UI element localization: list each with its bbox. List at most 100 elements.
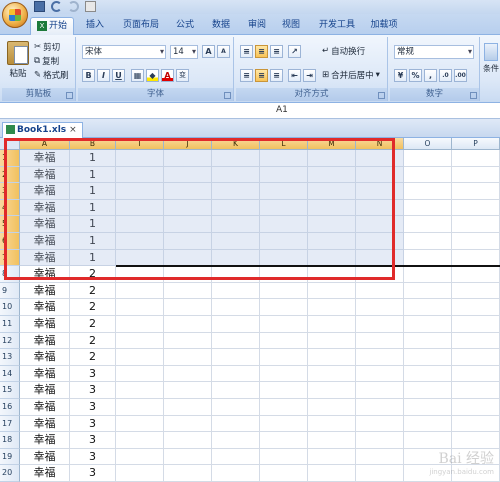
- column-header-i[interactable]: I: [116, 138, 164, 150]
- table-cell[interactable]: [452, 183, 500, 200]
- undo-icon[interactable]: [51, 1, 62, 12]
- close-icon[interactable]: ×: [69, 125, 77, 135]
- table-cell[interactable]: [404, 183, 452, 200]
- table-cell[interactable]: [116, 465, 164, 482]
- name-box[interactable]: A1: [276, 105, 288, 115]
- table-cell[interactable]: [260, 183, 308, 200]
- table-cell[interactable]: [116, 282, 164, 300]
- table-cell[interactable]: [260, 199, 308, 217]
- cell-b[interactable]: 2: [70, 299, 116, 316]
- table-cell[interactable]: [116, 150, 164, 167]
- table-cell[interactable]: [260, 382, 308, 399]
- table-cell[interactable]: [212, 382, 260, 399]
- increase-indent-icon[interactable]: ⇥: [303, 69, 316, 82]
- table-cell[interactable]: [356, 399, 404, 416]
- table-cell[interactable]: [452, 432, 500, 449]
- row-header[interactable]: 15: [0, 382, 20, 399]
- font-size-select[interactable]: 14: [170, 45, 198, 59]
- table-cell[interactable]: [260, 299, 308, 316]
- cell-a[interactable]: 幸福: [20, 199, 70, 217]
- row-header[interactable]: 14: [0, 365, 20, 383]
- table-cell[interactable]: [308, 249, 356, 267]
- row-header[interactable]: 1: [0, 150, 20, 167]
- column-header-k[interactable]: K: [212, 138, 260, 150]
- table-cell[interactable]: [212, 266, 260, 283]
- table-cell[interactable]: [260, 233, 308, 250]
- table-cell[interactable]: [356, 432, 404, 449]
- table-cell[interactable]: [212, 465, 260, 482]
- table-cell[interactable]: [260, 349, 308, 366]
- cell-a[interactable]: 幸福: [20, 299, 70, 316]
- clipboard-launcher-icon[interactable]: [66, 92, 73, 99]
- table-cell[interactable]: [356, 415, 404, 433]
- grow-font-button[interactable]: A: [202, 45, 215, 58]
- table-cell[interactable]: [356, 282, 404, 300]
- decrease-decimal-icon[interactable]: .00: [454, 69, 467, 82]
- font-name-select[interactable]: 宋体: [82, 45, 166, 59]
- percent-button[interactable]: %: [409, 69, 422, 82]
- table-cell[interactable]: [116, 166, 164, 184]
- row-header[interactable]: 4: [0, 199, 20, 217]
- copy-button[interactable]: ⧉ 复制: [34, 55, 59, 67]
- table-cell[interactable]: [212, 233, 260, 250]
- table-cell[interactable]: [116, 448, 164, 466]
- table-cell[interactable]: [356, 183, 404, 200]
- table-cell[interactable]: [404, 166, 452, 184]
- cell-a[interactable]: 幸福: [20, 332, 70, 350]
- table-cell[interactable]: [356, 349, 404, 366]
- align-bottom-icon[interactable]: ≡: [270, 45, 283, 58]
- select-all-corner[interactable]: [0, 138, 20, 150]
- cell-a[interactable]: 幸福: [20, 399, 70, 416]
- table-cell[interactable]: [212, 415, 260, 433]
- table-cell[interactable]: [308, 415, 356, 433]
- fill-color-button[interactable]: ◆: [146, 69, 159, 82]
- column-header-j[interactable]: J: [164, 138, 212, 150]
- cell-b[interactable]: 3: [70, 399, 116, 416]
- table-cell[interactable]: [260, 316, 308, 333]
- table-cell[interactable]: [212, 365, 260, 383]
- table-cell[interactable]: [452, 415, 500, 433]
- table-cell[interactable]: [404, 349, 452, 366]
- table-cell[interactable]: [164, 415, 212, 433]
- cell-b[interactable]: 2: [70, 316, 116, 333]
- bold-button[interactable]: B: [82, 69, 95, 82]
- table-cell[interactable]: [308, 282, 356, 300]
- table-cell[interactable]: [212, 282, 260, 300]
- table-cell[interactable]: [308, 332, 356, 350]
- cell-b[interactable]: 3: [70, 432, 116, 449]
- table-cell[interactable]: [260, 282, 308, 300]
- increase-decimal-icon[interactable]: .0: [439, 69, 452, 82]
- table-cell[interactable]: [164, 448, 212, 466]
- cell-b[interactable]: 1: [70, 233, 116, 250]
- table-cell[interactable]: [260, 332, 308, 350]
- cell-b[interactable]: 3: [70, 448, 116, 466]
- table-cell[interactable]: [260, 216, 308, 233]
- table-cell[interactable]: [164, 349, 212, 366]
- table-cell[interactable]: [164, 233, 212, 250]
- cell-a[interactable]: 幸福: [20, 382, 70, 399]
- table-cell[interactable]: [212, 349, 260, 366]
- cell-a[interactable]: 幸福: [20, 282, 70, 300]
- row-header[interactable]: 17: [0, 415, 20, 433]
- tab-insert[interactable]: 插入: [80, 17, 110, 35]
- row-header[interactable]: 18: [0, 432, 20, 449]
- print-icon[interactable]: [85, 1, 96, 12]
- column-header-n[interactable]: N: [356, 138, 404, 150]
- table-cell[interactable]: [356, 216, 404, 233]
- cell-b[interactable]: 2: [70, 332, 116, 350]
- table-cell[interactable]: [452, 316, 500, 333]
- table-cell[interactable]: [404, 282, 452, 300]
- cell-a[interactable]: 幸福: [20, 465, 70, 482]
- table-cell[interactable]: [356, 199, 404, 217]
- sheet-grid[interactable]: A B I J K L M N O P 1 幸福 1 2 幸福 1 3 幸福 1 4 幸福 1 5 幸福 1 6 幸福 1 7 幸福 1 8 幸…: [0, 138, 500, 482]
- wrap-text-button[interactable]: ↵ 自动换行: [322, 45, 365, 57]
- table-cell[interactable]: [404, 266, 452, 283]
- table-cell[interactable]: [452, 365, 500, 383]
- table-cell[interactable]: [452, 166, 500, 184]
- table-cell[interactable]: [116, 332, 164, 350]
- table-cell[interactable]: [356, 382, 404, 399]
- table-cell[interactable]: [452, 332, 500, 350]
- orientation-icon[interactable]: ↗: [288, 45, 301, 58]
- table-cell[interactable]: [308, 465, 356, 482]
- row-header[interactable]: 16: [0, 399, 20, 416]
